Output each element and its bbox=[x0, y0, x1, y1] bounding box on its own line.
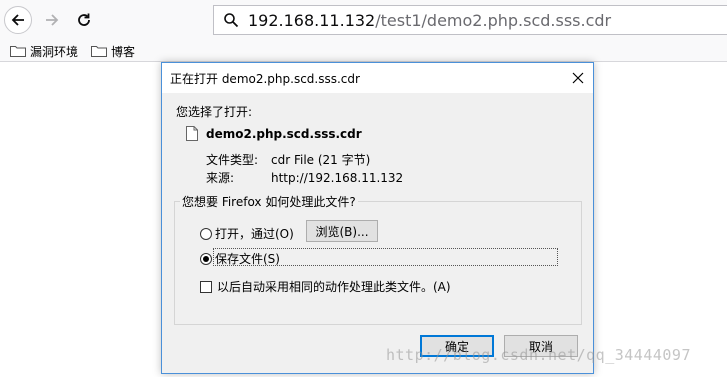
remember-checkbox[interactable] bbox=[200, 280, 212, 293]
reload-button[interactable] bbox=[70, 6, 98, 34]
bookmarks-toolbar: 漏洞环境 博客 bbox=[0, 40, 727, 62]
url-text: 192.168.11.132/test1/demo2.php.scd.sss.c… bbox=[248, 11, 611, 30]
file-type-value: cdr File (21 字节) bbox=[271, 153, 371, 167]
file-type-row: 文件类型: cdr File (21 字节) bbox=[206, 151, 370, 168]
source-row: 来源: http://192.168.11.132 bbox=[206, 169, 403, 186]
save-file-label: 保存文件(S) bbox=[215, 252, 280, 266]
source-value: http://192.168.11.132 bbox=[271, 171, 404, 185]
url-host: 192.168.11.132 bbox=[248, 10, 376, 30]
open-with-radio[interactable]: 打开，通过(O) bbox=[200, 225, 294, 242]
open-file-dialog: 正在打开 demo2.php.scd.sss.cdr 您选择了打开: demo2… bbox=[161, 62, 594, 374]
forward-arrow-icon bbox=[46, 14, 59, 26]
bookmark-folder-vuln-env[interactable]: 漏洞环境 bbox=[10, 42, 78, 60]
radio-button-selected[interactable] bbox=[200, 252, 212, 265]
watermark: http://blog.csdn.net/qq_34444097 bbox=[386, 346, 691, 364]
radio-button[interactable] bbox=[200, 227, 212, 240]
url-path: /test1/demo2.php.scd.sss.cdr bbox=[375, 10, 612, 30]
close-icon bbox=[572, 72, 584, 84]
action-group-label: 您想要 Firefox 如何处理此文件? bbox=[180, 193, 358, 210]
dialog-titlebar: 正在打开 demo2.php.scd.sss.cdr bbox=[162, 63, 593, 93]
open-with-label: 打开，通过(O) bbox=[215, 227, 294, 241]
browse-button[interactable]: 浏览(B)... bbox=[306, 220, 378, 242]
dialog-prompt: 您选择了打开: bbox=[176, 105, 253, 119]
browser-toolbar: 192.168.11.132/test1/demo2.php.scd.sss.c… bbox=[0, 0, 727, 40]
forward-button[interactable] bbox=[38, 6, 66, 34]
dialog-title: 正在打开 demo2.php.scd.sss.cdr bbox=[170, 72, 360, 86]
back-button[interactable] bbox=[4, 6, 32, 34]
search-icon bbox=[220, 9, 242, 31]
back-arrow-icon bbox=[11, 14, 24, 26]
folder-icon bbox=[10, 46, 26, 57]
bookmark-label: 漏洞环境 bbox=[30, 44, 79, 59]
file-type-label: 文件类型: bbox=[206, 153, 259, 167]
remember-label: 以后自动采用相同的动作处理此类文件。(A) bbox=[217, 280, 451, 294]
file-icon bbox=[186, 126, 198, 141]
reload-icon bbox=[78, 13, 90, 26]
bookmark-label: 博客 bbox=[111, 44, 136, 59]
source-label: 来源: bbox=[206, 171, 235, 185]
url-bar[interactable]: 192.168.11.132/test1/demo2.php.scd.sss.c… bbox=[213, 5, 727, 35]
bookmark-folder-blog[interactable]: 博客 bbox=[91, 42, 135, 60]
remember-checkbox-row[interactable]: 以后自动采用相同的动作处理此类文件。(A) bbox=[200, 278, 451, 295]
file-name: demo2.php.scd.sss.cdr bbox=[206, 127, 362, 141]
save-file-radio[interactable]: 保存文件(S) bbox=[200, 250, 280, 267]
close-button[interactable] bbox=[569, 69, 587, 87]
folder-icon bbox=[91, 46, 107, 57]
